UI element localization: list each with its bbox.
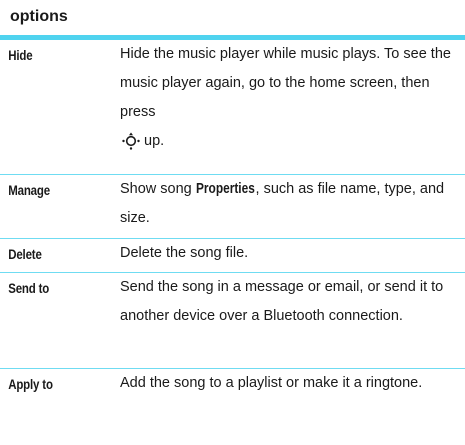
option-description-text: Show song <box>120 181 192 197</box>
table-row-delete: Delete Delete the song file. <box>0 239 465 273</box>
option-name: Apply to <box>8 376 53 392</box>
option-description: Hide the music player while music plays.… <box>120 40 465 174</box>
properties-key-label: Properties <box>195 181 255 197</box>
table-row-apply-to: Apply to Add the song to a playlist or m… <box>0 369 465 445</box>
option-description-suffix: up. <box>144 133 165 149</box>
nav-key-icon <box>122 132 140 150</box>
table-header-title: options <box>10 8 68 25</box>
table-row-send-to: Send to Send the song in a message or em… <box>0 273 465 369</box>
option-name: Manage <box>8 182 50 198</box>
option-description: Add the song to a playlist or make it a … <box>120 375 423 391</box>
option-description-text: Hide the music player while music plays.… <box>120 46 451 120</box>
table-row-hide: Hide Hide the music player while music p… <box>0 40 465 175</box>
option-description: Show song Properties, such as file name,… <box>120 175 465 238</box>
option-name: Hide <box>8 47 33 63</box>
options-table: options Hide Hide the music player while… <box>0 0 465 445</box>
option-name: Send to <box>8 280 50 296</box>
table-header: options <box>0 0 465 40</box>
table-row-manage: Manage Show song Properties, such as fil… <box>0 175 465 239</box>
option-description: Delete the song file. <box>120 245 249 261</box>
option-description: Send the song in a message or email, or … <box>120 279 444 324</box>
option-name: Delete <box>8 246 42 262</box>
